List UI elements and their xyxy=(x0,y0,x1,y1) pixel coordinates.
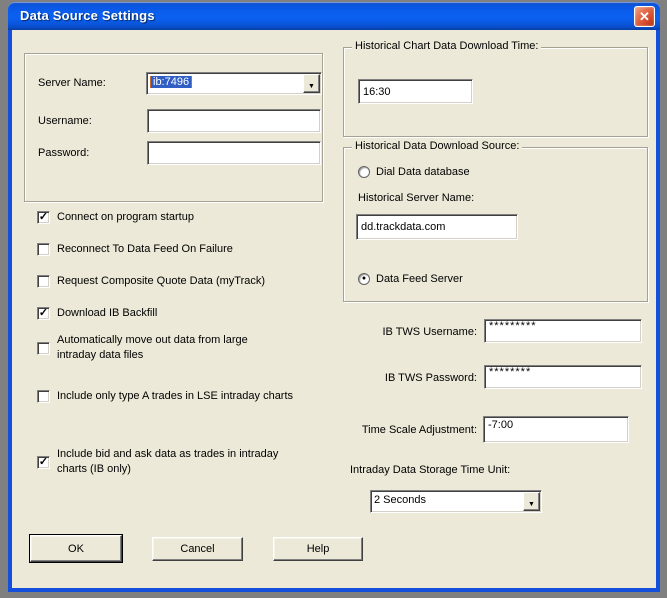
time-scale-adjustment-input[interactable] xyxy=(483,416,629,443)
checkbox-reconnect-on-failure[interactable]: Reconnect To Data Feed On Failure xyxy=(37,242,233,257)
ib-tws-password-label: IB TWS Password: xyxy=(384,372,477,384)
checkbox-icon[interactable]: ✓ xyxy=(37,455,50,469)
historical-time-legend: Historical Chart Data Download Time: xyxy=(352,40,542,52)
close-icon: ✕ xyxy=(639,9,650,24)
close-button[interactable]: ✕ xyxy=(634,6,655,27)
checkbox-label: Include only type A trades in LSE intrad… xyxy=(57,390,294,402)
historical-time-group: Historical Chart Data Download Time: xyxy=(343,40,648,137)
radio-dial-data-database[interactable]: Dial Data database xyxy=(358,166,470,178)
help-button[interactable]: Help xyxy=(273,537,363,561)
ok-button[interactable]: OK xyxy=(30,535,122,562)
intraday-storage-unit-combobox[interactable]: 2 Seconds ▼ xyxy=(370,490,542,513)
storage-unit-dropdown-button[interactable]: ▼ xyxy=(523,492,540,511)
checkbox-move-out-large-data[interactable]: Automatically move out data from large i… xyxy=(37,333,282,363)
ib-tws-username-label: IB TWS Username: xyxy=(382,326,477,338)
server-name-label: Server Name: xyxy=(38,77,106,89)
download-time-input[interactable] xyxy=(358,79,473,104)
desktop-background: Data Source Settings ✕ Server Name: ib:7… xyxy=(0,0,667,598)
chevron-down-icon: ▼ xyxy=(528,501,535,508)
ib-tws-username-input[interactable] xyxy=(484,319,642,343)
server-name-selected-text: ib:7496 xyxy=(147,73,302,94)
dialog-body: Server Name: ib:7496 ▼ Username: Passwor… xyxy=(8,30,660,592)
checkbox-label: Connect on program startup xyxy=(57,211,194,223)
checkbox-icon[interactable] xyxy=(37,341,50,355)
historical-source-legend: Historical Data Download Source: xyxy=(352,140,523,152)
checkbox-label: Reconnect To Data Feed On Failure xyxy=(57,243,233,255)
historical-server-name-input[interactable] xyxy=(356,214,518,240)
checkbox-icon[interactable] xyxy=(37,390,50,403)
historical-source-group: Historical Data Download Source: Dial Da… xyxy=(343,140,648,302)
storage-unit-selected-text: 2 Seconds xyxy=(374,494,426,506)
cancel-button[interactable]: Cancel xyxy=(152,537,243,561)
time-scale-adjustment-label: Time Scale Adjustment: xyxy=(361,424,477,436)
title-bar[interactable]: Data Source Settings ✕ xyxy=(8,2,660,30)
checkbox-icon[interactable] xyxy=(37,243,50,256)
historical-server-name-label: Historical Server Name: xyxy=(358,192,475,204)
checkbox-bid-ask-as-trades[interactable]: ✓ Include bid and ask data as trades in … xyxy=(37,447,309,477)
checkbox-label: Include bid and ask data as trades in in… xyxy=(57,448,279,475)
radio-label: Data Feed Server xyxy=(376,273,463,285)
server-name-dropdown-button[interactable]: ▼ xyxy=(303,74,320,93)
password-input[interactable] xyxy=(147,141,321,165)
dialog-window: Data Source Settings ✕ Server Name: ib:7… xyxy=(8,2,660,592)
chevron-down-icon: ▼ xyxy=(308,83,315,90)
server-name-combobox[interactable]: ib:7496 ▼ xyxy=(146,72,322,95)
checkbox-icon[interactable]: ✓ xyxy=(37,307,50,320)
intraday-storage-unit-label: Intraday Data Storage Time Unit: xyxy=(350,464,511,476)
radio-icon[interactable]: ● xyxy=(358,273,370,285)
window-title: Data Source Settings xyxy=(20,8,155,23)
checkbox-composite-quote[interactable]: Request Composite Quote Data (myTrack) xyxy=(37,274,265,289)
checkbox-label: Request Composite Quote Data (myTrack) xyxy=(57,275,266,287)
checkbox-label: Download IB Backfill xyxy=(57,307,158,319)
ib-tws-password-input[interactable] xyxy=(484,365,642,389)
username-input[interactable] xyxy=(147,109,321,133)
checkbox-download-ib-backfill[interactable]: ✓ Download IB Backfill xyxy=(37,306,157,321)
username-label: Username: xyxy=(38,115,92,127)
password-label: Password: xyxy=(38,147,90,159)
radio-icon[interactable] xyxy=(358,166,370,178)
server-name-value: ib:7496 xyxy=(150,76,193,88)
radio-label: Dial Data database xyxy=(376,166,470,178)
checkbox-icon[interactable]: ✓ xyxy=(37,211,50,224)
checkbox-lse-type-a-trades[interactable]: Include only type A trades in LSE intrad… xyxy=(37,389,299,404)
checkbox-icon[interactable] xyxy=(37,275,50,288)
checkbox-connect-on-startup[interactable]: ✓ Connect on program startup xyxy=(37,210,194,225)
checkbox-label: Automatically move out data from large i… xyxy=(57,334,248,361)
radio-data-feed-server[interactable]: ● Data Feed Server xyxy=(358,273,463,285)
